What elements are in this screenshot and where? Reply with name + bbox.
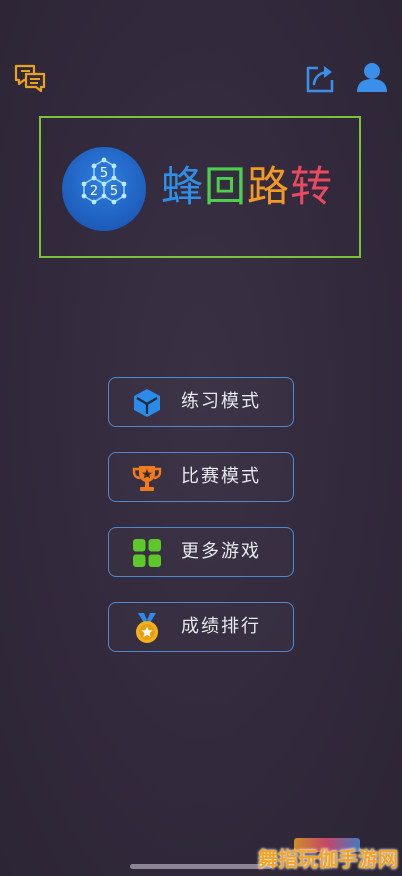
- medal-icon: [136, 613, 158, 643]
- more-games-button[interactable]: 更多游戏: [108, 527, 294, 577]
- trophy-icon: [132, 466, 162, 491]
- game-title-char: 转: [290, 162, 334, 211]
- game-home-screen: { "header": { "feedback_icon": "feedback…: [0, 0, 402, 876]
- honeycomb-logo-icon: 5 2 5: [62, 147, 146, 231]
- badge-number-top: 5: [100, 166, 108, 181]
- game-title: 蜂回路转: [161, 162, 333, 212]
- feedback-chat-icon: [14, 64, 46, 93]
- user-profile-button[interactable]: [354, 60, 390, 96]
- game-title-char: 蜂: [161, 162, 205, 211]
- more-games-label: 更多游戏: [181, 541, 261, 562]
- feedback-button[interactable]: [12, 60, 48, 96]
- contest-mode-label: 比赛模式: [181, 466, 261, 487]
- share-icon: [306, 66, 334, 93]
- user-profile-icon: [357, 63, 387, 92]
- watermark: 舞指玩伽手游网: [246, 836, 398, 872]
- leaderboard-label: 成绩排行: [181, 616, 261, 637]
- practice-mode-label: 练习模式: [181, 391, 261, 412]
- share-button[interactable]: [302, 60, 338, 96]
- badge-number-left: 2: [90, 184, 98, 199]
- watermark-text: 舞指玩伽手游网: [258, 847, 398, 871]
- cube-icon: [134, 389, 160, 417]
- leaderboard-button[interactable]: 成绩排行: [108, 602, 294, 652]
- game-logo-banner: 5 2 5 蜂回路转: [39, 116, 361, 258]
- contest-mode-button[interactable]: 比赛模式: [108, 452, 294, 502]
- game-title-char: 路: [247, 162, 291, 211]
- practice-mode-button[interactable]: 练习模式: [108, 377, 294, 427]
- badge-number-right: 5: [110, 184, 118, 199]
- game-title-char: 回: [204, 162, 248, 211]
- grid-icon: [133, 539, 161, 567]
